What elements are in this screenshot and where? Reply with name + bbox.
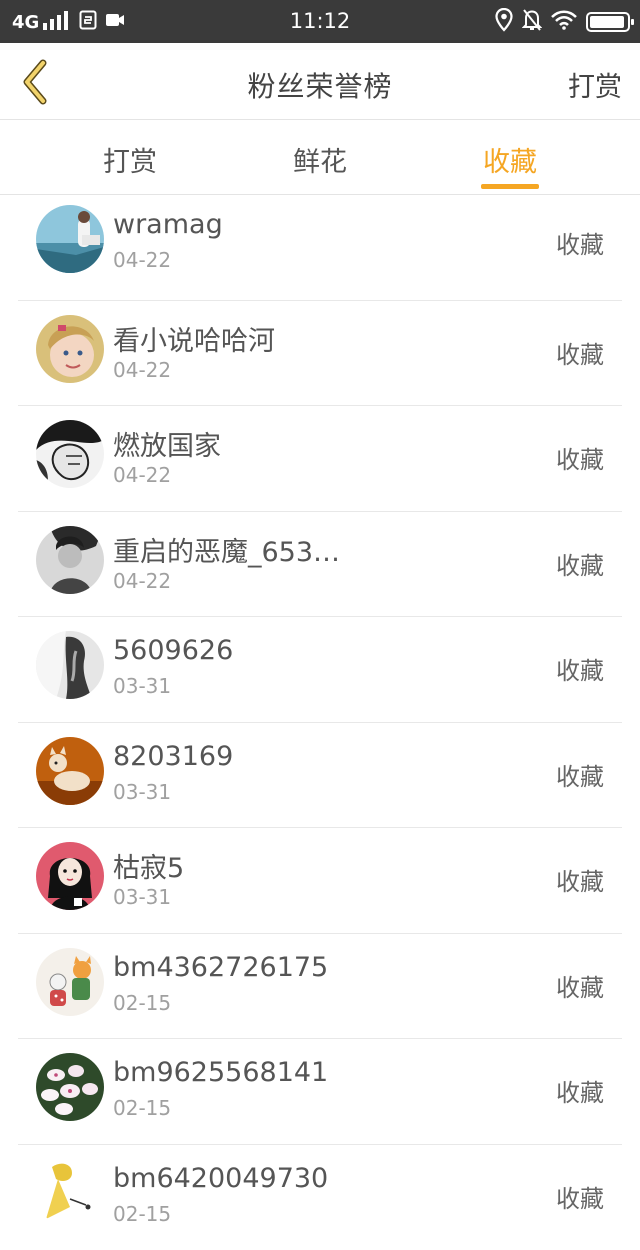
battery-icon [586, 12, 630, 32]
avatar [36, 1159, 104, 1227]
fan-name: 5609626 [113, 635, 233, 666]
list-item[interactable]: bm6420049730 02-15 收藏 [18, 1145, 622, 1250]
avatar [36, 1053, 104, 1121]
avatar [36, 205, 104, 273]
fan-name: bm4362726175 [113, 952, 328, 983]
fan-name: wramag [113, 209, 223, 240]
fan-name: 重启的恶魔_653… [113, 530, 340, 569]
fan-date: 02-15 [113, 1202, 171, 1226]
page-title: 粉丝荣誉榜 [0, 65, 640, 105]
tab-reward[interactable]: 打赏 [80, 140, 180, 179]
mute-bell-icon [522, 8, 542, 36]
fan-name: 8203169 [113, 741, 233, 772]
fan-date: 02-15 [113, 1096, 171, 1120]
fan-name: 燃放国家 [113, 424, 221, 463]
tab-flowers[interactable]: 鲜花 [270, 140, 370, 179]
fan-action-type: 收藏 [556, 440, 604, 475]
list-item[interactable]: 重启的恶魔_653… 04-22 收藏 [18, 512, 622, 618]
reward-button[interactable]: 打赏 [568, 65, 622, 104]
active-tab-indicator [481, 184, 539, 189]
battery-level [590, 16, 624, 28]
fan-date: 04-22 [113, 463, 171, 487]
fan-action-type: 收藏 [556, 335, 604, 370]
avatar [36, 315, 104, 383]
app-header: 粉丝荣誉榜 打赏 [0, 43, 640, 120]
tab-favorites[interactable]: 收藏 [460, 140, 560, 179]
fan-date: 04-22 [113, 358, 171, 382]
status-bar: 4G 11:12 [0, 0, 640, 43]
fan-date: 03-31 [113, 674, 171, 698]
list-item[interactable]: 看小说哈哈河 04-22 收藏 [18, 301, 622, 407]
avatar [36, 526, 104, 594]
status-right [495, 9, 630, 35]
list-item[interactable]: 燃放国家 04-22 收藏 [18, 406, 622, 512]
avatar [36, 842, 104, 910]
fan-name: 看小说哈哈河 [113, 319, 275, 358]
tab-bar: 打赏 鲜花 收藏 [0, 120, 640, 195]
fan-date: 04-22 [113, 248, 171, 272]
fan-action-type: 收藏 [556, 757, 604, 792]
fan-date: 03-31 [113, 780, 171, 804]
avatar [36, 948, 104, 1016]
list-item[interactable]: bm4362726175 02-15 收藏 [18, 934, 622, 1040]
fan-action-type: 收藏 [556, 1073, 604, 1108]
fan-name: 枯寂5 [113, 846, 184, 885]
list-item[interactable]: 5609626 03-31 收藏 [18, 617, 622, 723]
avatar [36, 420, 104, 488]
fan-date: 02-15 [113, 991, 171, 1015]
avatar [36, 631, 104, 699]
fans-list: wramag 04-22 收藏 看小说哈哈河 04-22 收藏 [0, 195, 640, 1250]
list-item[interactable]: wramag 04-22 收藏 [18, 195, 622, 301]
list-item[interactable]: bm9625568141 02-15 收藏 [18, 1039, 622, 1145]
fan-action-type: 收藏 [556, 1179, 604, 1214]
fan-action-type: 收藏 [556, 225, 604, 260]
fan-date: 03-31 [113, 885, 171, 909]
fan-date: 04-22 [113, 569, 171, 593]
location-icon [495, 8, 513, 36]
fan-name: bm6420049730 [113, 1163, 328, 1194]
fan-name: bm9625568141 [113, 1057, 328, 1088]
list-item[interactable]: 枯寂5 03-31 收藏 [18, 828, 622, 934]
list-item[interactable]: 8203169 03-31 收藏 [18, 723, 622, 829]
fan-action-type: 收藏 [556, 968, 604, 1003]
fan-action-type: 收藏 [556, 862, 604, 897]
wifi-icon [551, 10, 577, 34]
fan-action-type: 收藏 [556, 651, 604, 686]
fan-action-type: 收藏 [556, 546, 604, 581]
avatar [36, 737, 104, 805]
